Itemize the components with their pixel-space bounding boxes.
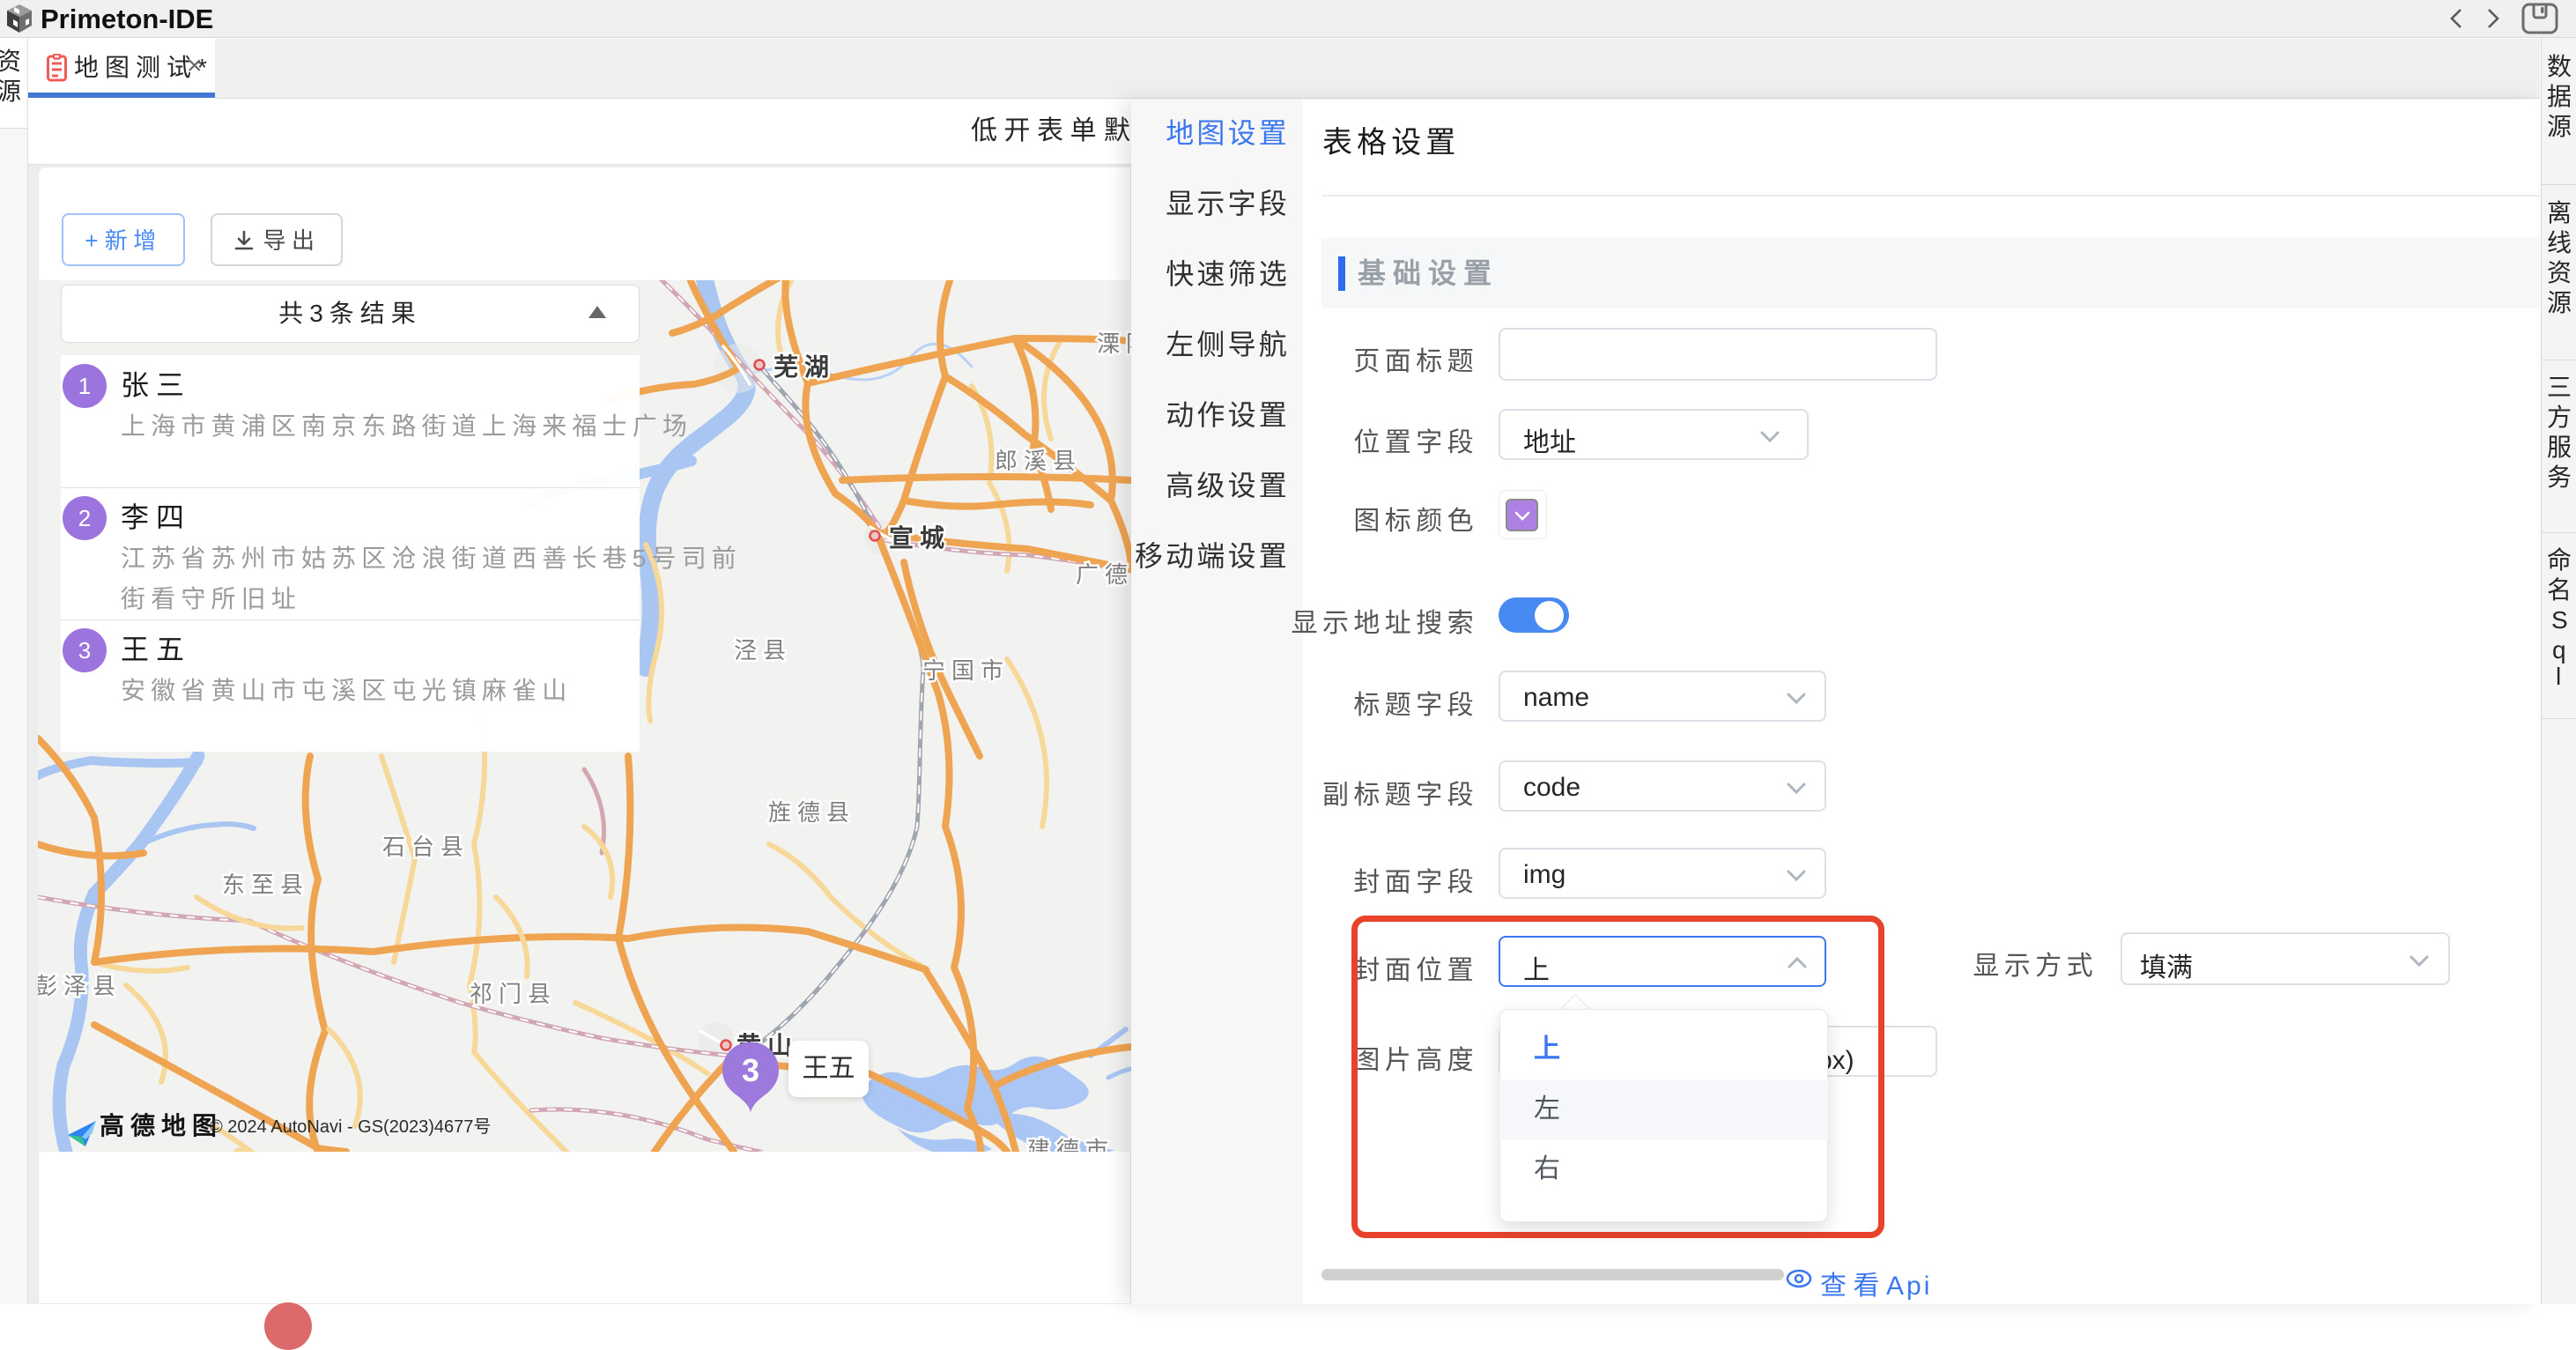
- svg-text:广德市: 广德市: [1076, 561, 1131, 588]
- svg-text:建德市: 建德市: [1027, 1137, 1114, 1152]
- svg-text:宁国市: 宁国市: [922, 657, 1010, 684]
- svg-text:石台县: 石台县: [382, 834, 470, 860]
- svg-text:彭泽县: 彭泽县: [38, 973, 122, 999]
- svg-text:3: 3: [742, 1052, 759, 1088]
- svg-text:宣城: 宣城: [889, 523, 951, 552]
- svg-text:东至县: 东至县: [222, 872, 309, 898]
- svg-text:溧阳: 溧阳: [1097, 330, 1131, 357]
- svg-text:祁门县: 祁门县: [470, 981, 557, 1007]
- svg-text:芜湖: 芜湖: [774, 353, 835, 381]
- svg-text:旌德县: 旌德县: [768, 799, 855, 826]
- svg-text:郎溪县: 郎溪县: [995, 448, 1082, 474]
- svg-text:泾县: 泾县: [734, 637, 792, 664]
